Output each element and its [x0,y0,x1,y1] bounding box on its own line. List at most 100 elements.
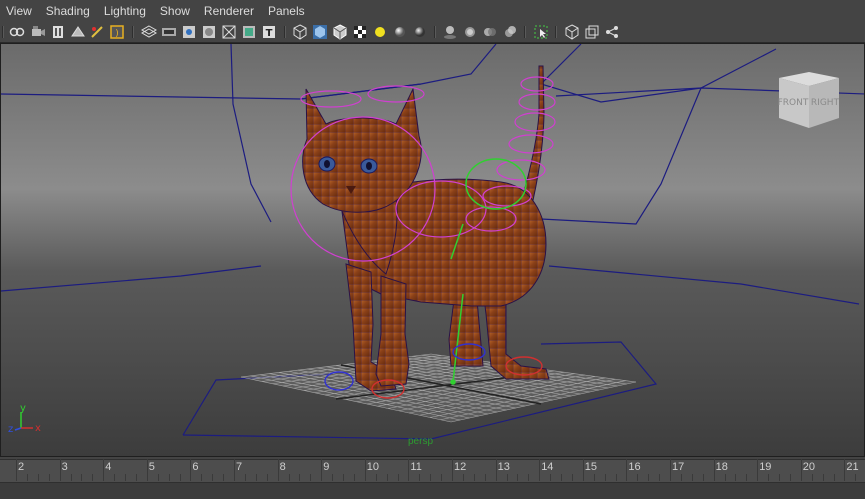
time-slider-minor-tick [604,474,606,481]
time-slider-minor-tick [310,474,312,481]
frame-number-label: 14 [541,461,554,473]
image-plane-icon[interactable] [70,24,86,40]
perspective-viewport[interactable]: FRONT RIGHT y x z persp [0,43,865,457]
time-slider-minor-tick [125,474,126,481]
time-slider[interactable]: 2 3 4 5 6 7 8 9 10 11 12 13 14 15 16 17 18 19 20 21 [0,457,865,499]
bookmarks-icon[interactable] [50,24,66,40]
frame-selection-icon[interactable]: ) [109,24,125,40]
frame-number-label: 19 [759,461,772,473]
frame-number-label: 12 [454,461,467,473]
time-slider-minor-tick [441,474,443,481]
frame-number-label: 11 [410,461,422,473]
frame-number-label: 13 [497,461,510,473]
time-slider-minor-tick [343,474,344,481]
menu-view[interactable]: View [0,0,39,22]
time-slider-tick [364,459,366,481]
view-cube-right-label: RIGHT [811,98,840,108]
wireframe-icon[interactable] [292,24,308,40]
isolate-select-icon[interactable] [502,24,518,40]
time-slider-tick [277,459,279,481]
resolution-gate-icon[interactable] [181,24,197,40]
field-chart-icon[interactable] [221,24,237,40]
time-slider-minor-tick [779,474,780,481]
menu-lighting[interactable]: Lighting [97,0,153,22]
frame-number-label: 8 [279,461,286,473]
time-slider-tick [670,459,671,481]
time-slider-minor-tick [550,474,552,481]
safe-action-icon[interactable] [241,24,257,40]
frame-number-label: 7 [236,461,243,473]
time-slider-minor-tick [855,474,857,481]
textured-icon[interactable] [352,24,368,40]
safe-title-icon[interactable]: T [261,24,277,40]
time-slider-minor-tick [168,474,170,481]
film-gate-icon[interactable] [161,24,177,40]
time-slider-minor-tick [223,474,225,481]
time-slider-minor-tick [811,474,813,481]
view-cube[interactable]: FRONT RIGHT [775,72,843,128]
grid-icon[interactable] [141,24,157,40]
multisample-aa-icon[interactable] [462,24,478,40]
menu-shading[interactable]: Shading [39,0,97,22]
share-node-icon[interactable] [604,24,620,40]
screen-space-ao-icon[interactable] [412,24,428,40]
time-slider-minor-tick [70,474,72,481]
time-slider-tick [146,459,148,481]
axis-gizmo: y x z [8,403,41,435]
time-slider-minor-tick [822,474,824,481]
time-slider-minor-tick [506,474,508,481]
frame-number-label: 4 [105,461,112,473]
time-slider-tick [800,459,802,481]
menu-panels[interactable]: Panels [261,0,312,22]
frame-number-label: 10 [366,461,380,473]
time-slider-minor-tick [659,474,661,481]
time-slider-minor-tick [833,474,835,481]
scene-canvas[interactable] [1,44,865,457]
time-slider-minor-tick [375,474,377,481]
frame-number-label: 3 [61,461,68,473]
time-slider-minor-tick [419,474,421,481]
time-slider-tick [713,459,715,481]
shadows-icon[interactable] [392,24,408,40]
menu-show[interactable]: Show [153,0,197,22]
time-slider-minor-tick [157,474,159,481]
toolbar-separator [434,26,436,38]
motion-blur-icon[interactable] [442,24,458,40]
xray-components-icon[interactable] [584,24,600,40]
xray-icon[interactable] [533,24,549,40]
frame-number-label: 5 [148,461,155,473]
time-slider-minor-tick [789,474,791,481]
frame-number-label: 18 [715,461,728,473]
axis-x-label: x [35,423,41,434]
time-slider-minor-tick [724,474,726,481]
time-slider-minor-tick [244,474,246,481]
time-slider-minor-tick [571,474,573,481]
time-slider-minor-tick [691,474,693,481]
time-slider-minor-tick [746,474,748,481]
time-slider-tick [844,459,846,481]
smooth-shade-icon[interactable] [312,24,328,40]
svg-text:): ) [115,29,119,39]
time-slider-minor-tick [92,474,94,481]
time-slider-tick [190,459,192,481]
toolbar-separator [524,26,526,38]
menu-renderer[interactable]: Renderer [197,0,261,22]
select-camera-icon[interactable] [9,24,25,40]
grease-pencil-icon[interactable] [89,24,105,40]
depth-of-field-icon[interactable] [482,24,498,40]
gate-mask-icon[interactable] [201,24,217,40]
axis-z-label: z [8,424,13,435]
use-all-lights-icon[interactable] [372,24,388,40]
time-slider-minor-tick [517,474,519,481]
time-slider-minor-tick [462,474,464,481]
wireframe-on-shaded-icon[interactable] [332,24,348,40]
time-slider-lower [0,483,865,499]
camera-attributes-icon[interactable] [30,24,46,40]
time-slider-minor-tick [680,474,682,481]
time-slider-tick [234,459,235,481]
xray-joints-icon[interactable] [564,24,580,40]
time-slider-minor-tick [48,474,50,481]
frame-number-label: 20 [802,461,816,473]
time-slider-minor-tick [288,474,290,481]
frame-number-label: 21 [846,461,859,473]
